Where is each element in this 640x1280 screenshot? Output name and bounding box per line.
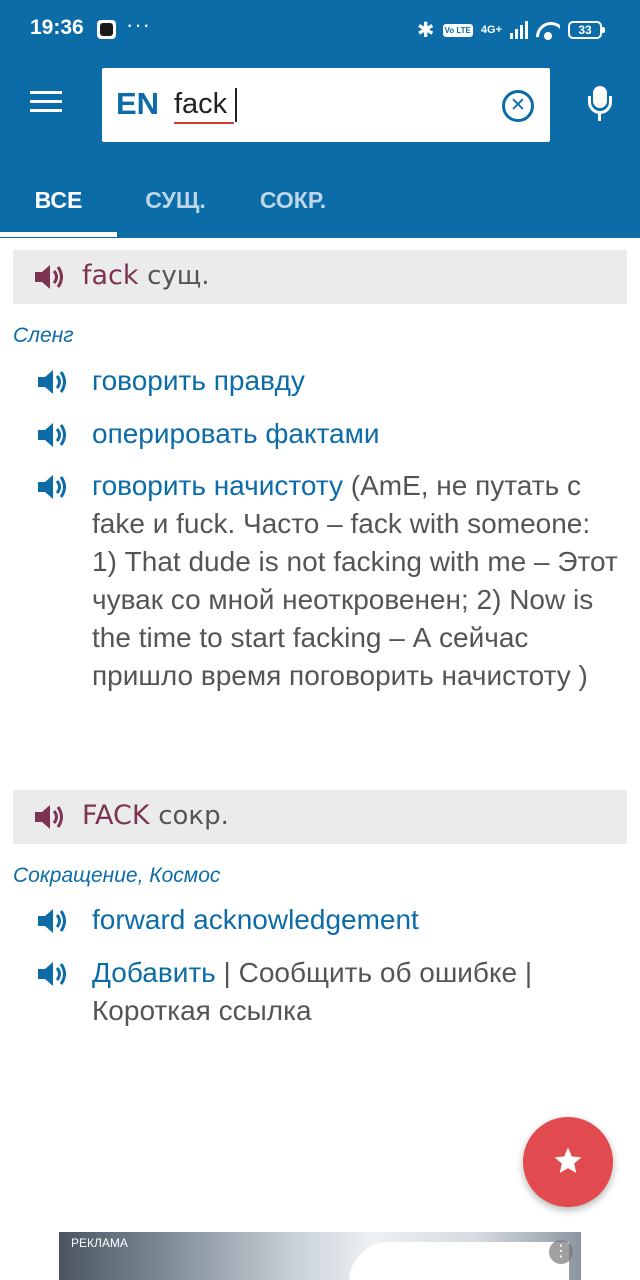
translation-text: говорить правду <box>92 362 622 400</box>
headword-text: fack <box>82 260 139 291</box>
translation-link[interactable]: оперировать фактами <box>92 418 380 449</box>
text-caret <box>235 88 237 122</box>
tab-abbreviation[interactable]: СОКР. <box>234 168 352 238</box>
translation-note: (AmE, не путать с fake и fuck. Часто – f… <box>92 470 618 691</box>
short-link[interactable]: Короткая ссылка <box>92 995 312 1026</box>
tab-bar: ВСЕ СУЩ. СОКР. <box>0 168 640 238</box>
translation-link[interactable]: forward acknowledgement <box>92 904 419 935</box>
translation-row: оперировать фактами <box>36 415 616 455</box>
entry-header: fack сущ. <box>13 250 627 304</box>
separator: | <box>215 957 239 988</box>
subject-label: Сленг <box>13 324 74 347</box>
ad-label: РЕКЛАМА <box>71 1236 128 1250</box>
clear-icon[interactable]: ✕ <box>502 90 534 122</box>
more-notifications-icon: ··· <box>126 12 151 37</box>
headword: fack сущ. <box>82 260 210 291</box>
spellcheck-underline <box>174 120 234 124</box>
footer-links: Добавить | Сообщить об ошибке | Короткая… <box>92 954 622 1030</box>
translation-row: говорить правду <box>36 362 616 402</box>
translation-text: forward acknowledgement <box>92 901 622 939</box>
report-error-link[interactable]: Сообщить об ошибке <box>239 957 518 988</box>
part-of-speech: сущ. <box>147 261 210 291</box>
bluetooth-icon: ✱ <box>416 18 435 42</box>
tab-all[interactable]: ВСЕ <box>0 168 117 238</box>
speaker-icon[interactable] <box>33 803 65 831</box>
translation-row: forward acknowledgement <box>36 901 616 941</box>
subject-label: Сокращение, Космос <box>13 864 221 887</box>
add-link[interactable]: Добавить <box>92 957 216 988</box>
star-icon <box>554 1147 582 1173</box>
app-bar: EN ✕ ВСЕ СУЩ. СОКР. <box>0 58 640 238</box>
speaker-icon[interactable] <box>36 473 68 501</box>
favorite-button[interactable] <box>523 1117 613 1207</box>
separator: | <box>517 957 533 988</box>
status-time: 19:36 <box>30 16 84 39</box>
microphone-icon[interactable] <box>584 86 616 122</box>
headword: FACK сокр. <box>82 800 229 831</box>
status-icons: ✱ Vo LTE 4G+ 33 <box>416 17 605 43</box>
network-type-icon: 4G+ <box>480 23 502 36</box>
status-bar: 19:36 ··· ✱ Vo LTE 4G+ 33 <box>0 0 640 58</box>
speaker-icon[interactable] <box>36 907 68 935</box>
translation-row: говорить начистоту (AmE, не путать с fak… <box>36 467 618 777</box>
entry-header: FACK сокр. <box>13 790 627 844</box>
search-box: EN ✕ <box>102 68 550 142</box>
volte-icon: Vo LTE <box>442 23 473 37</box>
speaker-icon[interactable] <box>36 960 68 988</box>
ad-image <box>349 1242 569 1280</box>
ad-info-icon[interactable]: ⋮ <box>549 1240 573 1264</box>
translation-link[interactable]: говорить начистоту <box>92 470 343 501</box>
ad-banner[interactable]: РЕКЛАМА ⋮ <box>59 1232 581 1280</box>
speaker-icon[interactable] <box>33 263 65 291</box>
signal-icon <box>510 21 528 39</box>
translation-text: оперировать фактами <box>92 415 622 453</box>
tab-noun[interactable]: СУЩ. <box>117 168 234 238</box>
wifi-icon <box>536 20 560 40</box>
language-selector[interactable]: EN <box>116 86 159 122</box>
speaker-icon[interactable] <box>36 421 68 449</box>
footer-links-row: Добавить | Сообщить об ошибке | Короткая… <box>36 954 616 1034</box>
part-of-speech: сокр. <box>158 801 229 831</box>
headword-text: FACK <box>82 800 150 831</box>
speaker-icon[interactable] <box>36 368 68 396</box>
notification-app-icon <box>97 20 116 39</box>
hamburger-icon[interactable] <box>30 91 62 113</box>
tab-indicator <box>0 232 117 237</box>
translation-text: говорить начистоту (AmE, не путать с fak… <box>92 467 622 695</box>
battery-icon: 33 <box>568 21 605 39</box>
translation-link[interactable]: говорить правду <box>92 365 305 396</box>
